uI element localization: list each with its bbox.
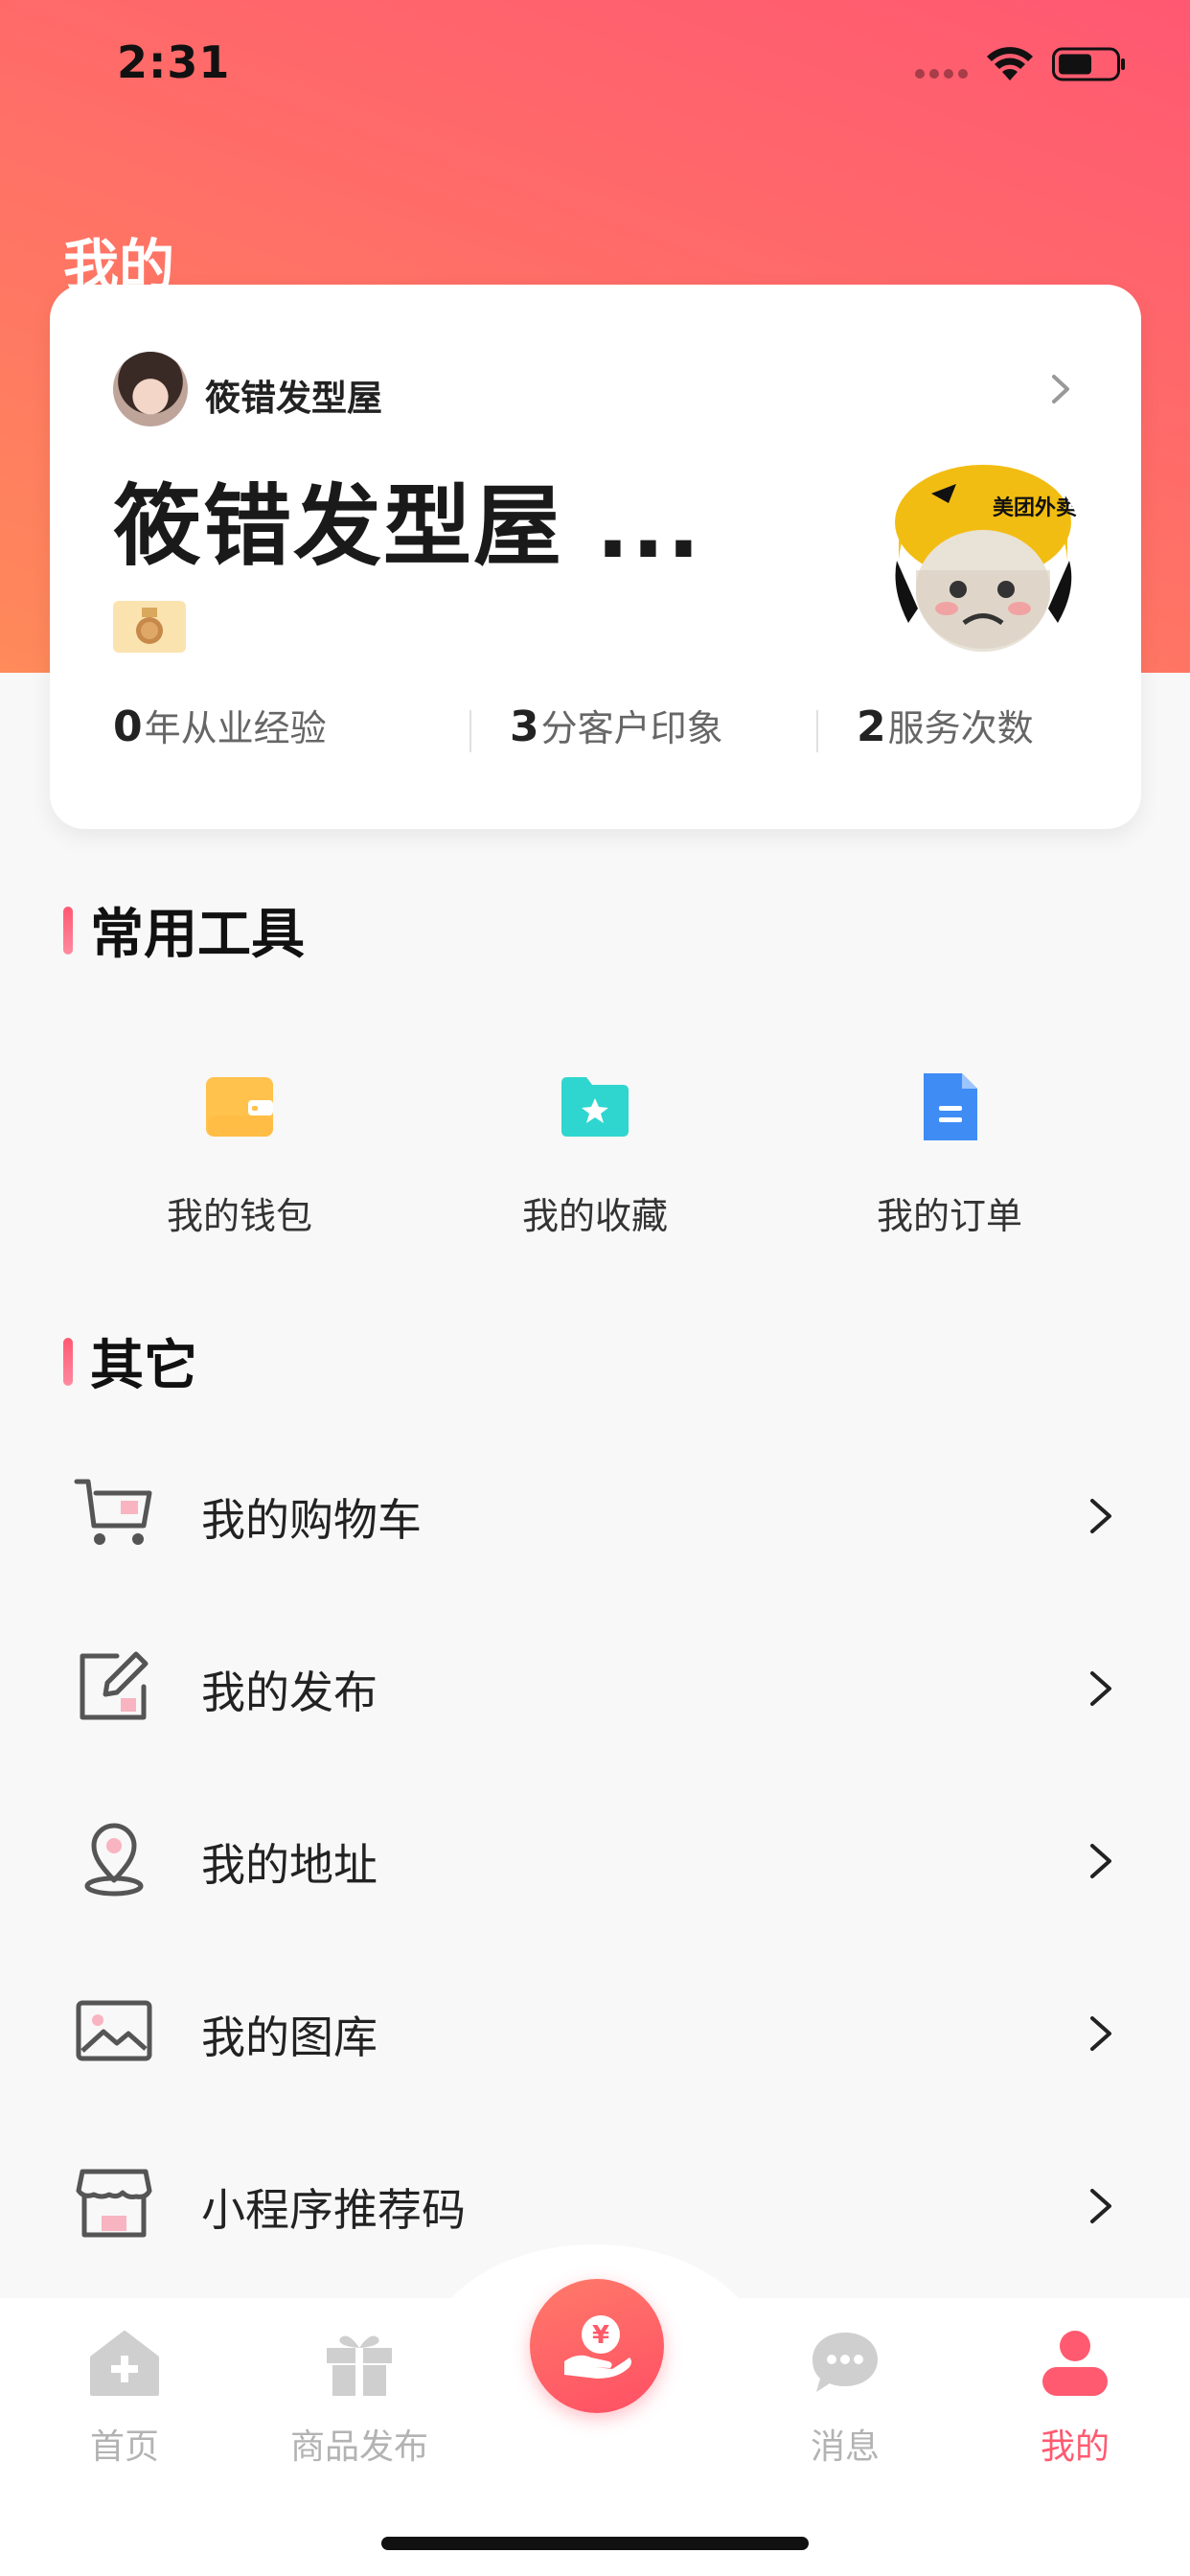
list-item-label: 我的发布 bbox=[201, 1667, 378, 1718]
chat-bubble-icon bbox=[812, 2333, 878, 2392]
home-indicator[interactable] bbox=[381, 2537, 809, 2550]
list-item-publish[interactable]: 我的发布 bbox=[0, 1597, 1190, 1769]
chevron-right-icon bbox=[1090, 2189, 1111, 2223]
stat-value: 2 bbox=[857, 702, 886, 751]
tab-publish-goods[interactable]: 商品发布 bbox=[263, 2329, 455, 2469]
profile-avatar[interactable]: 美团外卖 bbox=[880, 455, 1087, 662]
list-item-label: 我的地址 bbox=[201, 1839, 378, 1891]
tool-label: 我的收藏 bbox=[521, 1195, 668, 1237]
status-time: 2:31 bbox=[117, 36, 231, 88]
tool-wallet[interactable]: 我的钱包 bbox=[105, 1062, 374, 1239]
image-icon bbox=[76, 2000, 152, 2061]
wifi-icon bbox=[987, 47, 1033, 80]
chevron-right-icon bbox=[1090, 1844, 1111, 1878]
edit-icon bbox=[80, 1651, 149, 1720]
tab-mine[interactable]: 我的 bbox=[979, 2329, 1171, 2469]
tab-messages[interactable]: 消息 bbox=[749, 2329, 941, 2469]
chevron-right-icon[interactable] bbox=[1046, 369, 1075, 409]
section-title-others: 其它 bbox=[63, 1322, 197, 1400]
list-item-cart[interactable]: 我的购物车 bbox=[0, 1424, 1190, 1597]
avatar-helmet-text: 美团外卖 bbox=[993, 495, 1077, 520]
list-item-gallery[interactable]: 我的图库 bbox=[0, 1942, 1190, 2114]
shop-name-small: 筱错发型屋 bbox=[205, 378, 382, 419]
stat-label: 分客户印象 bbox=[540, 707, 723, 749]
location-pin-icon bbox=[84, 1823, 144, 1897]
chevron-right-icon bbox=[1090, 2016, 1111, 2051]
stat-rating: 3 分客户印象 bbox=[510, 699, 723, 751]
section-title-text: 常用工具 bbox=[90, 904, 305, 966]
stat-divider bbox=[816, 710, 818, 752]
document-icon bbox=[924, 1073, 977, 1140]
list-item-label: 我的图库 bbox=[201, 2012, 378, 2063]
chevron-right-icon bbox=[1090, 1499, 1111, 1533]
stat-experience: 0 年从业经验 bbox=[113, 699, 327, 751]
stat-label: 年从业经验 bbox=[144, 707, 327, 749]
star-folder-icon bbox=[561, 1077, 629, 1137]
section-accent-bar bbox=[63, 1337, 73, 1386]
tab-label: 商品发布 bbox=[289, 2427, 428, 2467]
stat-value: 0 bbox=[113, 702, 143, 751]
avatar bbox=[113, 352, 188, 426]
tab-label: 首页 bbox=[89, 2427, 159, 2467]
medal-icon bbox=[113, 601, 186, 653]
tab-label: 消息 bbox=[810, 2427, 880, 2467]
section-title-tools: 常用工具 bbox=[63, 891, 305, 969]
section-accent-bar bbox=[63, 906, 73, 954]
tool-orders[interactable]: 我的订单 bbox=[815, 1062, 1084, 1239]
home-plus-icon bbox=[90, 2331, 159, 2396]
stats-row: 0 年从业经验 3 分客户印象 2 服务次数 bbox=[113, 699, 1071, 775]
shop-name-large: 筱错发型屋 ... bbox=[113, 475, 702, 578]
list-item-address[interactable]: 我的地址 bbox=[0, 1769, 1190, 1942]
tab-home[interactable]: 首页 bbox=[29, 2329, 220, 2469]
profile-card[interactable]: 筱错发型屋 筱错发型屋 ... 美团外卖 0 年从业经验 3 分客户印象 2 服… bbox=[50, 285, 1141, 829]
gift-icon bbox=[327, 2335, 392, 2396]
store-icon bbox=[76, 2169, 152, 2238]
stat-label: 服务次数 bbox=[887, 707, 1034, 749]
list-item-label: 小程序推荐码 bbox=[201, 2184, 466, 2236]
section-title-text: 其它 bbox=[90, 1335, 197, 1397]
tab-label: 我的 bbox=[1040, 2427, 1110, 2467]
tool-label: 我的订单 bbox=[876, 1195, 1022, 1237]
tool-favorites[interactable]: 我的收藏 bbox=[461, 1062, 729, 1239]
center-action-button[interactable]: ¥ bbox=[530, 2279, 664, 2413]
chevron-right-icon bbox=[1090, 1671, 1111, 1706]
tool-label: 我的钱包 bbox=[166, 1195, 312, 1237]
stat-divider bbox=[469, 710, 471, 752]
cellular-signal-icon bbox=[915, 69, 969, 79]
battery-icon bbox=[1052, 47, 1125, 81]
stat-service-count: 2 服务次数 bbox=[857, 699, 1034, 751]
user-icon bbox=[1042, 2331, 1108, 2396]
list-item-label: 我的购物车 bbox=[201, 1494, 422, 1546]
hand-yen-icon: ¥ bbox=[564, 2315, 631, 2379]
stat-value: 3 bbox=[510, 702, 539, 751]
yen-symbol: ¥ bbox=[592, 2321, 609, 2350]
status-bar: 2:31 bbox=[0, 0, 1190, 126]
wallet-icon bbox=[206, 1077, 273, 1137]
cart-icon bbox=[74, 1479, 152, 1545]
